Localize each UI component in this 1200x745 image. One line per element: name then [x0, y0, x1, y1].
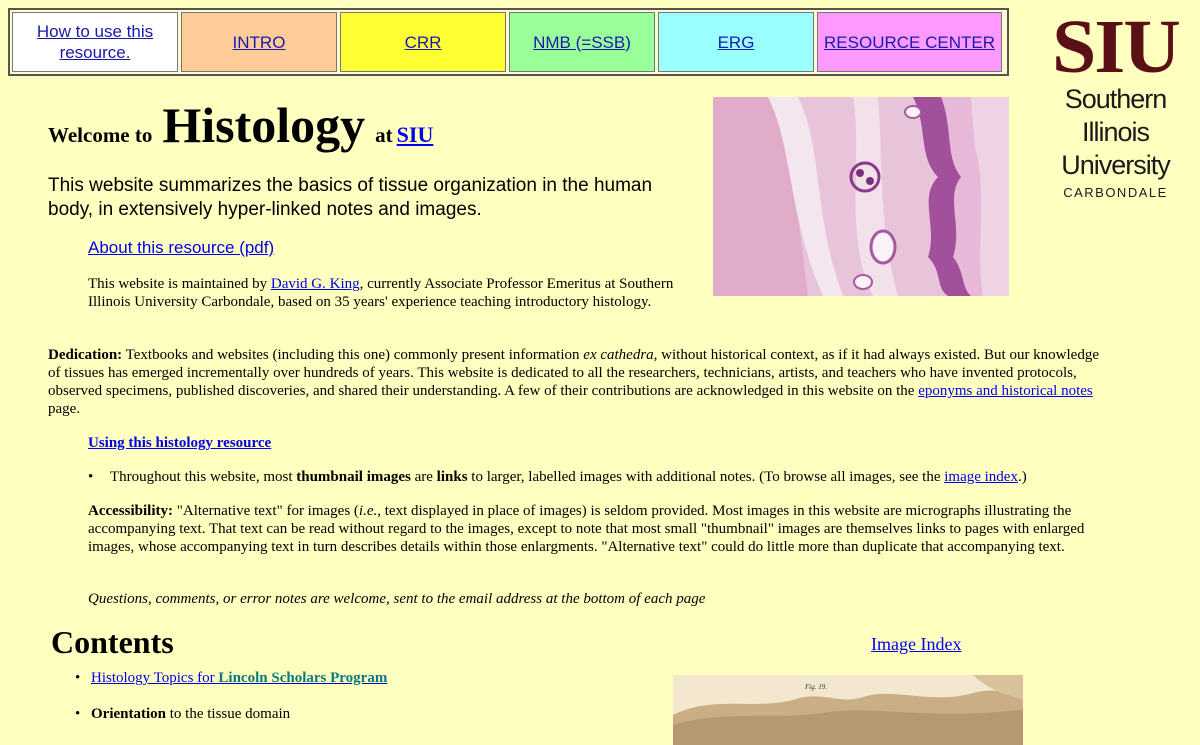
thumb-text-1: Throughout this website, most: [110, 469, 297, 485]
orientation-text: Orientation to the tissue domain: [91, 705, 290, 723]
about-resource-item: About this resource (pdf): [88, 238, 274, 258]
orientation-bold: Orientation: [91, 706, 166, 722]
nav-crr-link[interactable]: CRR: [405, 32, 442, 53]
lincoln-prefix: Histology Topics for: [91, 670, 219, 686]
title-welcome: Welcome to: [48, 123, 153, 147]
logo-campus: CARBONDALE: [1063, 185, 1168, 200]
thumb-text-2: are: [410, 469, 437, 485]
siu-link[interactable]: SIU: [397, 122, 434, 147]
top-navigation: How to use this resource. INTRO CRR NMB …: [8, 8, 1009, 76]
nav-how-to-use-link[interactable]: How to use this resource.: [13, 21, 177, 63]
siu-logo[interactable]: SIU Southern Illinois University CARBOND…: [1043, 5, 1188, 200]
about-resource-link[interactable]: About this resource (pdf): [88, 238, 274, 257]
nav-how-to-use[interactable]: How to use this resource.: [12, 12, 178, 72]
dedication-paragraph: Dedication: Textbooks and websites (incl…: [48, 346, 1108, 418]
bullet-dot: •: [88, 469, 94, 485]
sketch-illustration: Fig. 19.: [673, 675, 1023, 745]
bullet-dot: •: [75, 706, 81, 722]
lincoln-scholars-link[interactable]: Histology Topics for Lincoln Scholars Pr…: [91, 669, 387, 687]
logo-line-southern: Southern: [1064, 84, 1168, 114]
maintainer-name-link[interactable]: David G. King: [271, 276, 360, 292]
using-resource-link[interactable]: Using this histology resource: [88, 435, 271, 451]
figure-label: Fig. 19.: [804, 683, 827, 691]
dedication-label: Dedication:: [48, 347, 123, 363]
using-resource-item: Using this histology resource: [88, 434, 1108, 452]
thumb-text-3: to larger, labelled images with addition…: [467, 469, 945, 485]
maintainer-text: This website is maintained by David G. K…: [88, 275, 693, 311]
eponyms-link[interactable]: eponyms and historical notes: [918, 383, 1093, 399]
nav-resource-center-link[interactable]: RESOURCE CENTER: [824, 32, 995, 53]
logo-line-university: University: [1061, 150, 1171, 180]
nav-resource-center[interactable]: RESOURCE CENTER: [817, 12, 1002, 72]
questions-note: Questions, comments, or error notes are …: [88, 591, 706, 607]
dedication-text-1: Textbooks and websites (including this o…: [122, 347, 584, 363]
historical-figure-image[interactable]: Fig. 19.: [673, 675, 1023, 745]
image-index-inline-link[interactable]: image index: [944, 469, 1018, 485]
nav-erg-link[interactable]: ERG: [718, 32, 755, 53]
micrograph-illustration: [713, 97, 1009, 296]
nav-intro-link[interactable]: INTRO: [233, 32, 286, 53]
thumbnail-bullet-text: Throughout this website, most thumbnail …: [110, 468, 1027, 486]
maintainer-prefix: This website is maintained by: [88, 276, 271, 292]
image-index-link[interactable]: Image Index: [871, 634, 961, 654]
accessibility-text-1: "Alternative text" for images (: [172, 503, 359, 519]
orientation-rest: to the tissue domain: [166, 706, 291, 722]
accessibility-paragraph: Accessibility: "Alternative text" for im…: [88, 502, 1108, 556]
dedication-italic: ex cathedra: [583, 347, 654, 363]
nav-nmb-link[interactable]: NMB (=SSB): [533, 32, 631, 53]
siu-logo-mark: SIU: [1052, 5, 1181, 89]
thumb-text-4: .): [1017, 469, 1027, 485]
title-histology: Histology: [162, 97, 366, 153]
contents-heading: Contents: [51, 624, 174, 660]
page-title: Welcome to Histology at SIU: [48, 96, 433, 154]
intro-text: This website summarizes the basics of ti…: [48, 175, 653, 220]
thumb-bold-1: thumbnail images: [296, 469, 411, 485]
nav-erg[interactable]: ERG: [658, 12, 814, 72]
histology-micrograph-image[interactable]: [713, 97, 1009, 296]
nav-intro[interactable]: INTRO: [181, 12, 337, 72]
dedication-text-3: page.: [48, 401, 81, 417]
title-at: at: [375, 123, 393, 147]
nav-nmb[interactable]: NMB (=SSB): [509, 12, 655, 72]
thumb-bold-2: links: [436, 469, 468, 485]
thumbnail-bullet: • Throughout this website, most thumbnai…: [88, 468, 1108, 486]
image-index-item: Image Index: [871, 634, 961, 655]
accessibility-label: Accessibility:: [88, 503, 173, 519]
logo-line-illinois: Illinois: [1081, 117, 1150, 147]
nav-crr[interactable]: CRR: [340, 12, 506, 72]
lincoln-program-label: Lincoln Scholars Program: [218, 670, 388, 686]
accessibility-ie: i.e.: [358, 503, 378, 519]
bullet-dot: •: [75, 670, 81, 686]
